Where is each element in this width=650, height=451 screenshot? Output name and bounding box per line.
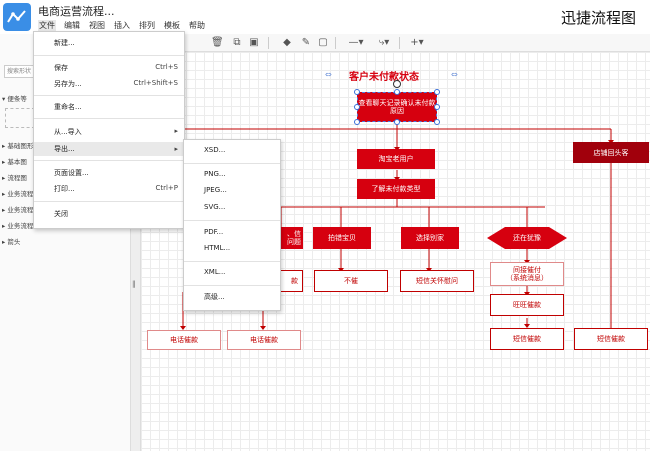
menu-help[interactable]: 帮助 (188, 20, 206, 31)
flow-node[interactable]: 短信催款 (490, 328, 564, 350)
app-logo-icon[interactable] (3, 3, 31, 31)
sidebar-category[interactable]: ▸ 基础图形 (2, 140, 33, 150)
file-menu: 新建... 保存 Ctrl+S 另存为... Ctrl+Shift+S 重命名...… (33, 31, 185, 229)
sidebar-category[interactable]: ▸ 箭头 (2, 236, 20, 246)
export-html[interactable]: HTML... (184, 244, 280, 256)
export-jpeg[interactable]: JPEG... (184, 186, 280, 198)
export-xml[interactable]: XML... (184, 268, 280, 280)
add-icon[interactable]: +▾ (407, 37, 427, 49)
export-png[interactable]: PNG... (184, 170, 280, 182)
menu-template[interactable]: 模板 (163, 20, 181, 31)
shape-drop-area[interactable] (5, 108, 35, 128)
menu-insert[interactable]: 插入 (113, 20, 131, 31)
selection-arrow-icon: ⇔ (325, 70, 332, 79)
export-xsd[interactable]: XSD... (184, 146, 280, 158)
sidebar-category[interactable]: ▸ 流程图 (2, 172, 27, 182)
flow-node[interactable]: 电话催款 (147, 330, 221, 350)
flow-node[interactable]: 不催 (314, 270, 388, 292)
sidebar-category[interactable]: ▾ 便条等 (2, 93, 27, 103)
flow-node[interactable]: 选择别家 (401, 227, 459, 249)
collapse-handle-icon[interactable]: ‖ (132, 280, 136, 288)
submenu-arrow-icon: ▸ (174, 127, 178, 135)
line-style-icon[interactable]: —▾ (345, 37, 367, 49)
top-bar: 电商运营流程... 文件 编辑 视图 插入 排列 模板 帮助 迅捷流程图 (0, 0, 650, 34)
to-back-icon[interactable]: ▣ (248, 37, 260, 49)
menu-view[interactable]: 视图 (88, 20, 106, 31)
menu-item-save[interactable]: 保存 Ctrl+S (34, 63, 184, 75)
line-color-icon[interactable]: ✎ (300, 37, 312, 49)
menu-edit[interactable]: 编辑 (63, 20, 81, 31)
menu-item-export[interactable]: 导出... ▸ (34, 142, 184, 156)
flow-node[interactable]: 电话催款 (227, 330, 301, 350)
flow-node[interactable]: 淘宝老用户 (357, 149, 435, 169)
flow-node[interactable]: 还在犹豫 (487, 227, 567, 249)
to-front-icon[interactable]: ⧉ (231, 37, 243, 49)
delete-icon[interactable]: 🗑 (211, 37, 224, 49)
submenu-arrow-icon: ▸ (174, 145, 178, 153)
flow-node[interactable]: 拍错宝贝 (313, 227, 371, 249)
toolbar: 🗑 ⧉ ▣ ◆ ✎ ▢ —▾ ⤷▾ +▾ (185, 34, 650, 52)
export-pdf[interactable]: PDF... (184, 228, 280, 240)
flow-node[interactable]: 间接催付 （系统消息） (490, 262, 564, 286)
menu-item-print[interactable]: 打印... Ctrl+P (34, 184, 184, 196)
menu-item-save-as[interactable]: 另存为... Ctrl+Shift+S (34, 79, 184, 91)
export-svg[interactable]: SVG... (184, 203, 280, 215)
flow-node[interactable]: 了解未付款类型 (357, 179, 435, 199)
menu-item-page-setup[interactable]: 页面设置... (34, 168, 184, 180)
document-title[interactable]: 电商运营流程... (38, 3, 115, 19)
export-submenu: XSD... PNG... JPEG... SVG... PDF... HTML… (183, 139, 281, 311)
menu-item-import[interactable]: 从...导入 ▸ (34, 127, 184, 139)
sidebar-category[interactable]: ▸ 业务流程 (2, 188, 33, 198)
menu-arrange[interactable]: 排列 (138, 20, 156, 31)
selection-handles[interactable] (348, 80, 448, 126)
fill-color-icon[interactable]: ◆ (281, 37, 293, 49)
flow-node[interactable]: 短信催款 (574, 328, 648, 350)
shadow-icon[interactable]: ▢ (317, 37, 329, 49)
sidebar-category[interactable]: ▸ 业务流程 (2, 204, 33, 214)
menu-bar: 文件 编辑 视图 插入 排列 模板 帮助 (38, 20, 206, 31)
menu-item-rename[interactable]: 重命名... (34, 102, 184, 114)
menu-file[interactable]: 文件 (38, 20, 56, 31)
menu-item-close[interactable]: 关闭 (34, 209, 184, 221)
brand-name: 迅捷流程图 (560, 9, 636, 27)
menu-item-new[interactable]: 新建... (34, 38, 184, 50)
export-advanced[interactable]: 高级... (184, 292, 280, 304)
sidebar-category[interactable]: ▸ 基本图 (2, 156, 27, 166)
flow-node[interactable]: 店铺回头客 (573, 142, 649, 163)
flow-node[interactable]: 短信关怀慰问 (400, 270, 474, 292)
connector-icon[interactable]: ⤷▾ (373, 37, 395, 49)
selection-arrow-icon: ⇔ (451, 70, 458, 79)
flow-node[interactable]: 旺旺催款 (490, 294, 564, 316)
